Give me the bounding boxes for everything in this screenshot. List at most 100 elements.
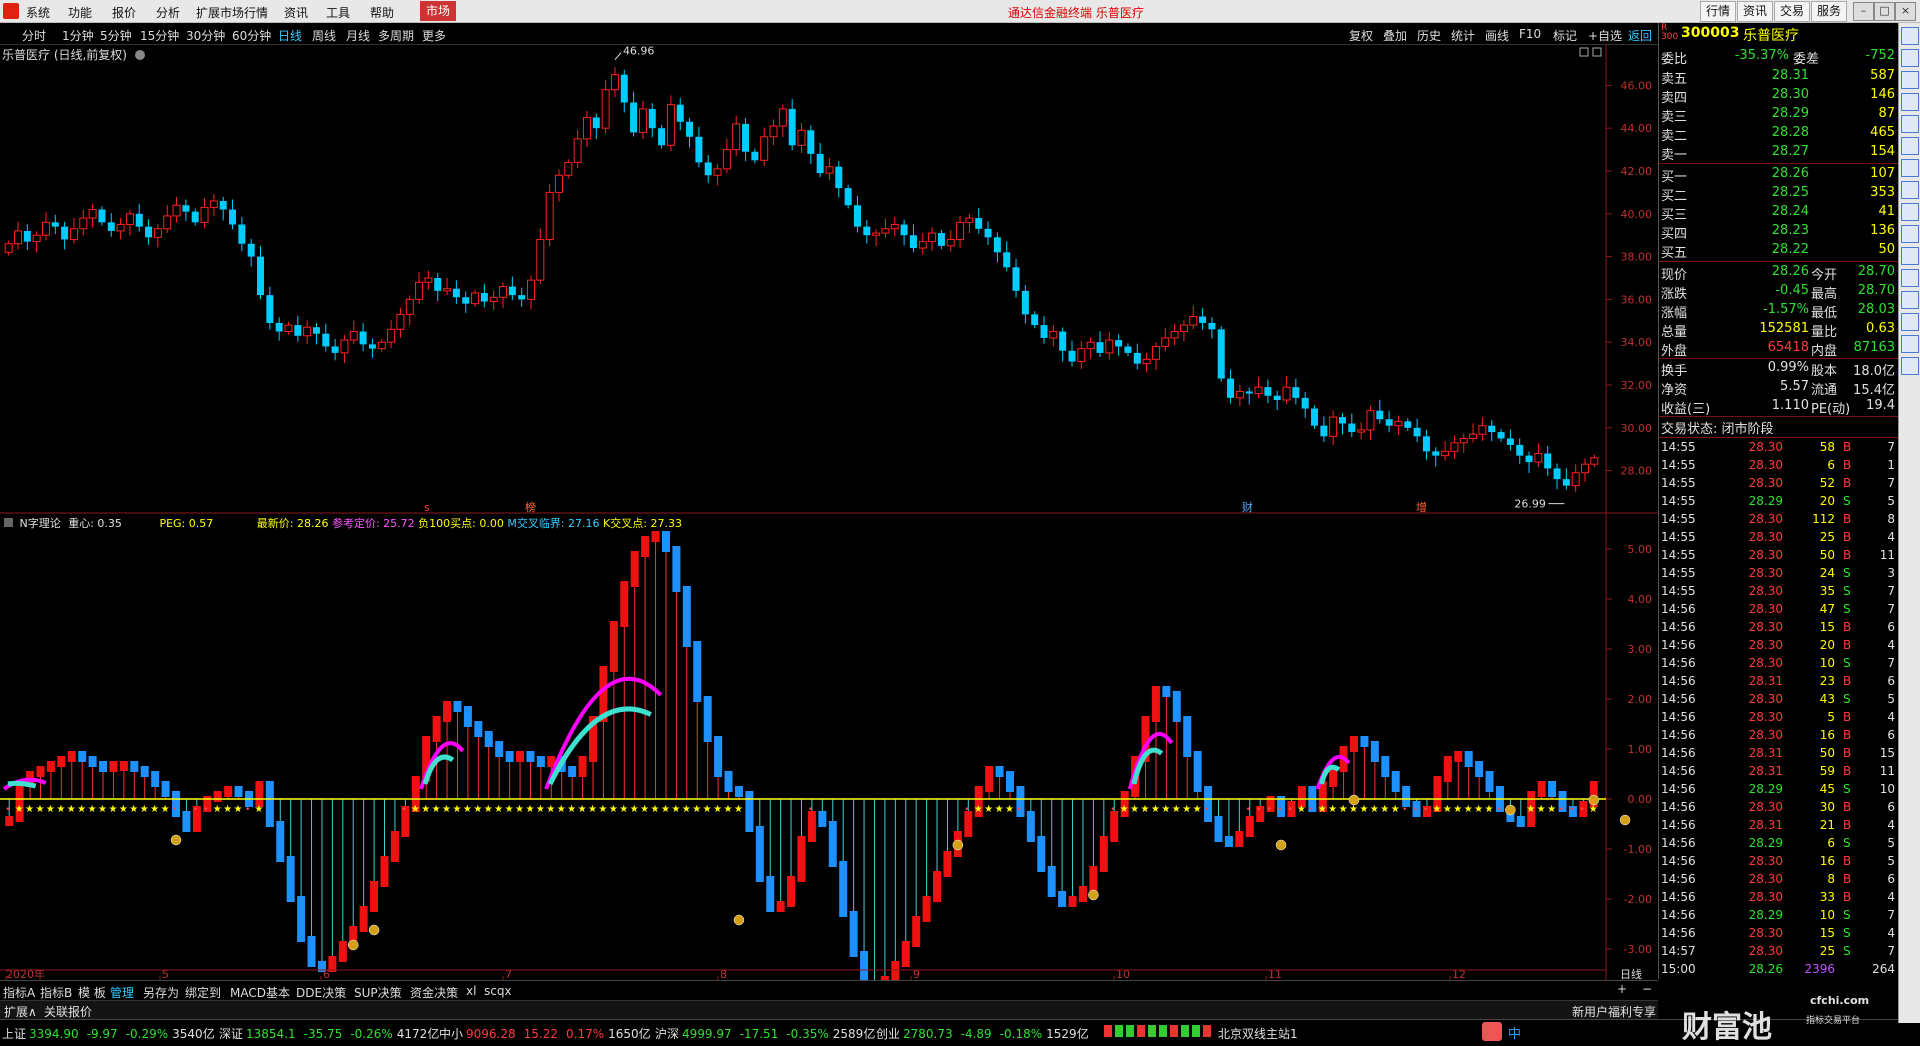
index-1[interactable]: 深证 13854.1 -35.75 -0.26% 4172亿 (219, 1025, 439, 1042)
buy-price: 28.22 (1771, 242, 1809, 257)
promo-link[interactable]: 新用户福利专享 (1572, 1003, 1656, 1020)
maximize-icon[interactable]: □ (1874, 2, 1895, 21)
tool-6[interactable]: 标记 (1553, 27, 1577, 44)
tick-time: 14:55 (1661, 530, 1696, 544)
event-marker[interactable]: 财 (1242, 500, 1253, 514)
period-10[interactable]: 更多 (422, 27, 446, 44)
period-1[interactable]: 1分钟 (62, 27, 94, 44)
top-button-trade[interactable]: 交易 (1774, 1, 1810, 22)
period-7[interactable]: 周线 (312, 27, 336, 44)
top-button-quote[interactable]: 行情 (1700, 1, 1736, 22)
zoom-in-button[interactable]: + (1617, 982, 1627, 996)
minimize-icon[interactable]: – (1853, 2, 1874, 21)
drop-icon[interactable] (1901, 313, 1919, 331)
indicator-menu-icon[interactable] (4, 518, 13, 527)
bar-icon[interactable] (1901, 137, 1919, 155)
tick-volume: 6 (1827, 836, 1835, 850)
tool-5[interactable]: F10 (1519, 27, 1541, 41)
tool-8[interactable]: 返回 (1628, 27, 1652, 44)
chart-icon[interactable] (1901, 115, 1919, 133)
tool-3[interactable]: 统计 (1451, 27, 1475, 44)
period-2[interactable]: 5分钟 (100, 27, 132, 44)
ext-toggle[interactable]: 扩展∧ (4, 1003, 37, 1020)
tab-2[interactable]: 模 板 (78, 984, 106, 1001)
pen-icon[interactable] (1901, 357, 1919, 375)
period-9[interactable]: 多周期 (378, 27, 414, 44)
lines-icon[interactable] (1901, 225, 1919, 243)
indicator-name[interactable]: N字理论 (20, 517, 61, 530)
list-icon[interactable] (1901, 71, 1919, 89)
rsi-icon[interactable] (1901, 291, 1919, 309)
indicator-block (1245, 816, 1254, 837)
tool-4[interactable]: 画线 (1485, 27, 1509, 44)
settings-icon[interactable] (1901, 269, 1919, 287)
tool-0[interactable]: 复权 (1349, 27, 1373, 44)
ime-mode[interactable]: 中 (1508, 1023, 1521, 1042)
tab-11[interactable]: scqx (484, 984, 512, 998)
index-2[interactable]: 中小 9096.28 15.22 0.17% 1650亿 (439, 1025, 651, 1042)
sell-label: 卖五 (1661, 72, 1688, 87)
tab-9[interactable]: 资金决策 (410, 984, 458, 1001)
period-3[interactable]: 15分钟 (140, 27, 179, 44)
top-button-news[interactable]: 资讯 (1737, 1, 1773, 22)
top-button-service[interactable]: 服务 (1811, 1, 1847, 22)
market-button[interactable]: 市场 (420, 1, 456, 21)
tool-7[interactable]: +自选 (1588, 27, 1622, 44)
table-icon[interactable] (1901, 159, 1919, 177)
candle (405, 295, 414, 326)
indicator-chart[interactable]: 5.00 4.00 3.00 2.00 1.00 0.00 -1.00 -2.00 -3.00 •… (0, 514, 1658, 980)
event-marker[interactable]: 榜 (525, 500, 536, 514)
menu-item-analysis[interactable]: 分析 (156, 4, 180, 21)
menu-item-ext-market[interactable]: 扩展市场行情 (196, 4, 268, 21)
menu-item-system[interactable]: 系统 (26, 4, 50, 21)
f10-icon[interactable] (1901, 203, 1919, 221)
tool-2[interactable]: 历史 (1417, 27, 1441, 44)
down-arrow-icon[interactable] (1901, 49, 1919, 67)
period-5[interactable]: 60分钟 (232, 27, 271, 44)
related-quote-link[interactable]: 关联报价 (44, 1003, 92, 1020)
tab-7[interactable]: DDE决策 (296, 984, 346, 1001)
star-icon: ★ (619, 804, 628, 815)
menu-item-news[interactable]: 资讯 (284, 4, 308, 21)
tick-price: 28.30 (1748, 476, 1783, 490)
period-8[interactable]: 月线 (346, 27, 370, 44)
candle-icon[interactable] (1901, 247, 1919, 265)
price-chart[interactable]: 46.00 44.00 42.00 40.00 38.00 36.00 34.00 32.00… (0, 44, 1658, 514)
up-arrow-icon[interactable] (1901, 27, 1919, 45)
candle (1376, 399, 1384, 424)
menu-item-function[interactable]: 功能 (68, 4, 92, 21)
period-6[interactable]: 日线 (278, 27, 302, 44)
quote-panel: R 300 300003 乐普医疗 委比 -35.37% 委差 -752 卖五 28.31 587… (1658, 23, 1899, 979)
star-icon: ★ (1526, 804, 1535, 815)
period-4[interactable]: 30分钟 (186, 27, 225, 44)
tab-4[interactable]: 另存为 (143, 984, 179, 1001)
news-icon[interactable] (1901, 181, 1919, 199)
index-3[interactable]: 沪深 4999.97 -17.51 -0.35% 2589亿 (655, 1025, 875, 1042)
move-icon[interactable] (1901, 335, 1919, 353)
index-0[interactable]: 上证 3394.90 -9.97 -0.29% 3540亿 (2, 1025, 215, 1042)
close-icon[interactable]: × (1895, 2, 1916, 21)
menu-item-quote[interactable]: 报价 (112, 4, 136, 21)
tab-8[interactable]: SUP决策 (354, 984, 402, 1001)
index-4[interactable]: 创业 2780.73 -4.89 -0.18% 1529亿 (876, 1025, 1089, 1042)
dot-marker-icon: • (203, 805, 208, 815)
tab-6[interactable]: MACD基本 (230, 984, 290, 1001)
period-0[interactable]: 分时 (22, 27, 46, 44)
menu-item-help[interactable]: 帮助 (370, 4, 394, 21)
zoom-out-button[interactable]: − (1642, 982, 1652, 996)
tab-3[interactable]: 管理 (110, 984, 134, 1001)
buy-price: 28.26 (1771, 166, 1809, 181)
menu-item-tools[interactable]: 工具 (326, 4, 350, 21)
grid-icon[interactable] (1901, 93, 1919, 111)
tab-10[interactable]: xl (466, 984, 476, 998)
tab-1[interactable]: 指标B (40, 984, 72, 1001)
tab-0[interactable]: 指标A (3, 984, 35, 1001)
candle (1432, 447, 1440, 467)
event-marker[interactable]: s (424, 501, 430, 514)
tool-1[interactable]: 叠加 (1383, 27, 1407, 44)
star-icon: ★ (1151, 804, 1160, 815)
server-name[interactable]: 北京双线主站1 (1218, 1025, 1298, 1042)
tab-5[interactable]: 绑定到 (185, 984, 221, 1001)
tick-count: 6 (1887, 872, 1895, 886)
event-marker[interactable]: 增 (1416, 500, 1427, 514)
